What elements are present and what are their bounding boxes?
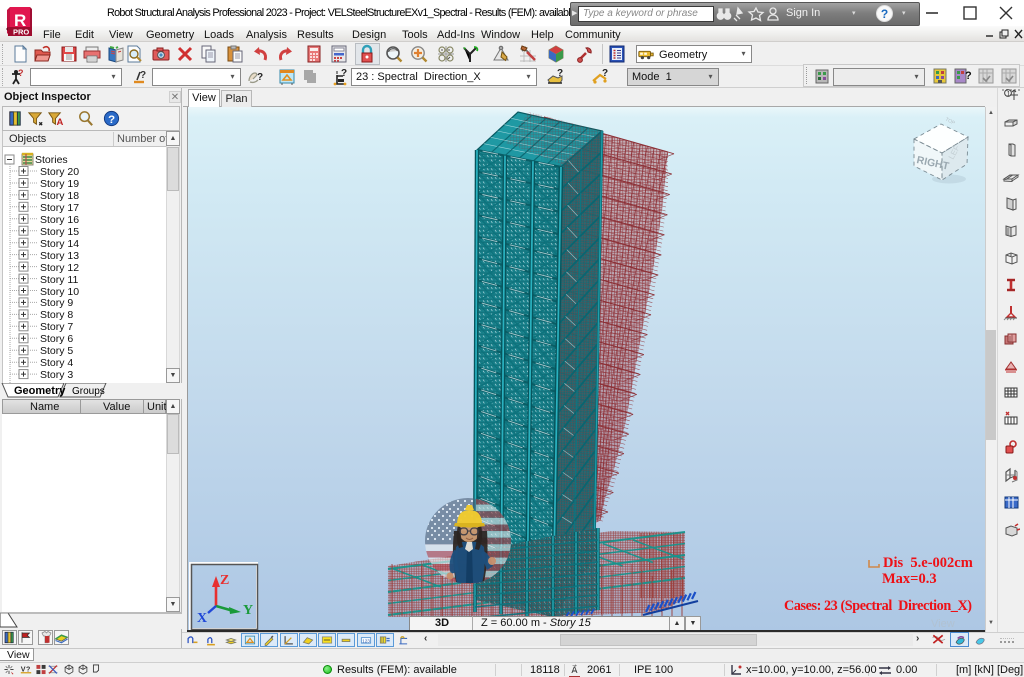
svg-text:Y: Y	[243, 603, 253, 618]
svg-text:Z: Z	[220, 573, 229, 588]
svg-text:?: ?	[140, 70, 146, 81]
svg-text:?: ?	[557, 68, 563, 79]
svg-text:?: ?	[965, 70, 972, 82]
svg-text:?: ?	[257, 72, 263, 83]
svg-text:A: A	[56, 117, 63, 128]
svg-text:TOP: TOP	[944, 116, 956, 126]
svg-text:?: ?	[341, 68, 347, 79]
svg-text:1: 1	[1007, 91, 1011, 98]
svg-text:?: ?	[108, 114, 115, 126]
svg-text:PRO: PRO	[13, 28, 29, 37]
svg-text:123: 123	[362, 638, 370, 643]
svg-text:?: ?	[602, 68, 608, 79]
svg-text:?: ?	[18, 68, 24, 78]
svg-text:Geometry: Geometry	[14, 385, 66, 397]
svg-text:X: X	[197, 611, 207, 626]
svg-text:Groups: Groups	[72, 386, 105, 397]
